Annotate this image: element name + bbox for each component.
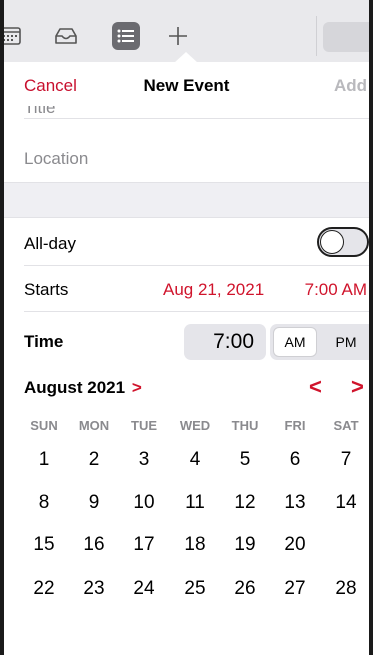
am-segment[interactable]: AM [273, 327, 317, 357]
allday-row: All-day [24, 219, 369, 266]
calendar-grid-icon[interactable] [4, 22, 24, 50]
day-number: 20 [284, 534, 306, 555]
day-number: 9 [88, 492, 100, 513]
calendar-day-18[interactable]: 18 [172, 527, 218, 563]
day-number: 18 [184, 534, 206, 555]
day-number: 21 [335, 534, 357, 555]
day-number: 13 [284, 492, 306, 513]
calendar-day-25[interactable]: 25 [172, 571, 218, 607]
location-placeholder: Location [24, 149, 89, 168]
starts-row[interactable]: Starts Aug 21, 2021 7:00 AM [24, 266, 369, 312]
day-number: 1 [38, 449, 50, 470]
popover-nav-bar: Cancel New Event Add [4, 62, 369, 110]
chevron-left-icon[interactable]: < [309, 374, 322, 400]
day-number: 12 [234, 492, 256, 513]
day-number: 3 [138, 449, 150, 470]
day-number: 11 [185, 492, 205, 513]
calendar-day-15[interactable]: 15 [21, 527, 67, 563]
inbox-icon[interactable] [52, 22, 80, 50]
calendar-day-17[interactable]: 17 [121, 527, 167, 563]
search-field[interactable] [323, 22, 369, 52]
list-icon[interactable] [112, 22, 140, 50]
day-number: 17 [133, 534, 155, 555]
calendar-day-26[interactable]: 26 [222, 571, 268, 607]
starts-date[interactable]: Aug 21, 2021 [163, 280, 264, 300]
day-number: 5 [239, 449, 251, 470]
new-event-popover: Cancel New Event Add Title Location All-… [4, 62, 369, 655]
day-number: 6 [289, 449, 301, 470]
pm-segment[interactable]: PM [326, 327, 366, 357]
calendar-day-7[interactable]: 7 [323, 442, 369, 478]
calendar-day-6[interactable]: 6 [272, 442, 318, 478]
day-number: 4 [189, 449, 201, 470]
time-value-field[interactable]: 7:00 [184, 324, 266, 360]
day-number: 23 [83, 578, 105, 599]
location-field[interactable]: Location [24, 119, 369, 182]
calendar-day-9[interactable]: 9 [71, 485, 117, 521]
ampm-segmented-control: AM PM [270, 324, 369, 360]
toolbar-divider [316, 16, 317, 56]
weekday-wed: WED [179, 418, 211, 433]
starts-time[interactable]: 7:00 AM [305, 280, 367, 300]
calendar-day-5[interactable]: 5 [222, 442, 268, 478]
allday-label: All-day [24, 234, 76, 253]
calendar-day-8[interactable]: 8 [21, 485, 67, 521]
weekday-tue: TUE [131, 418, 157, 433]
day-number: 26 [234, 578, 256, 599]
starts-label: Starts [24, 280, 69, 299]
day-number: 15 [33, 534, 55, 555]
month-year-button[interactable]: August 2021 > [24, 378, 142, 398]
chevron-right-icon[interactable]: > [351, 374, 364, 400]
day-number: 27 [284, 578, 306, 599]
calendar-day-23[interactable]: 23 [71, 571, 117, 607]
day-number: 28 [335, 578, 357, 599]
title-field[interactable]: Title [24, 106, 224, 118]
month-label: August 2021 [24, 378, 126, 397]
calendar-day-12[interactable]: 12 [222, 485, 268, 521]
app-frame: Cancel New Event Add Title Location All-… [0, 0, 373, 655]
title-placeholder: Title [24, 106, 56, 117]
weekday-mon: MON [78, 418, 110, 433]
calendar-day-24[interactable]: 24 [121, 571, 167, 607]
day-number: 2 [88, 449, 100, 470]
calendar-day-21[interactable]: 21 [323, 527, 369, 563]
calendar-day-4[interactable]: 4 [172, 442, 218, 478]
calendar-day-20[interactable]: 20 [272, 527, 318, 563]
calendar-day-1[interactable]: 1 [21, 442, 67, 478]
day-number: 14 [335, 492, 357, 513]
weekday-fri: FRI [284, 418, 306, 433]
day-number: 22 [33, 578, 55, 599]
calendar-day-22[interactable]: 22 [21, 571, 67, 607]
day-number: 16 [83, 534, 105, 555]
calendar-day-14[interactable]: 14 [323, 485, 369, 521]
allday-toggle[interactable] [317, 227, 369, 257]
toggle-knob [320, 230, 344, 254]
day-number: 19 [234, 534, 256, 555]
weekday-thu: THU [231, 418, 259, 433]
day-number: 24 [133, 578, 155, 599]
calendar-day-11[interactable]: 11 [172, 485, 218, 521]
calendar-day-13[interactable]: 13 [272, 485, 318, 521]
day-number: 10 [133, 492, 155, 513]
day-number: 7 [340, 449, 352, 470]
plus-icon[interactable] [164, 22, 192, 50]
calendar-day-27[interactable]: 27 [272, 571, 318, 607]
calendar-day-16[interactable]: 16 [71, 527, 117, 563]
add-button[interactable]: Add [334, 76, 367, 96]
calendar-day-2[interactable]: 2 [71, 442, 117, 478]
weekday-sun: SUN [30, 418, 58, 433]
day-number: 8 [38, 492, 50, 513]
weekday-sat: SAT [333, 418, 359, 433]
section-gap [4, 182, 369, 218]
day-number: 25 [184, 578, 206, 599]
calendar-day-19[interactable]: 19 [222, 527, 268, 563]
calendar-day-10[interactable]: 10 [121, 485, 167, 521]
calendar-day-28[interactable]: 28 [323, 571, 369, 607]
chevron-right-icon: > [131, 378, 142, 397]
calendar-day-3[interactable]: 3 [121, 442, 167, 478]
time-label: Time [24, 332, 64, 351]
page-title: New Event [143, 76, 230, 95]
